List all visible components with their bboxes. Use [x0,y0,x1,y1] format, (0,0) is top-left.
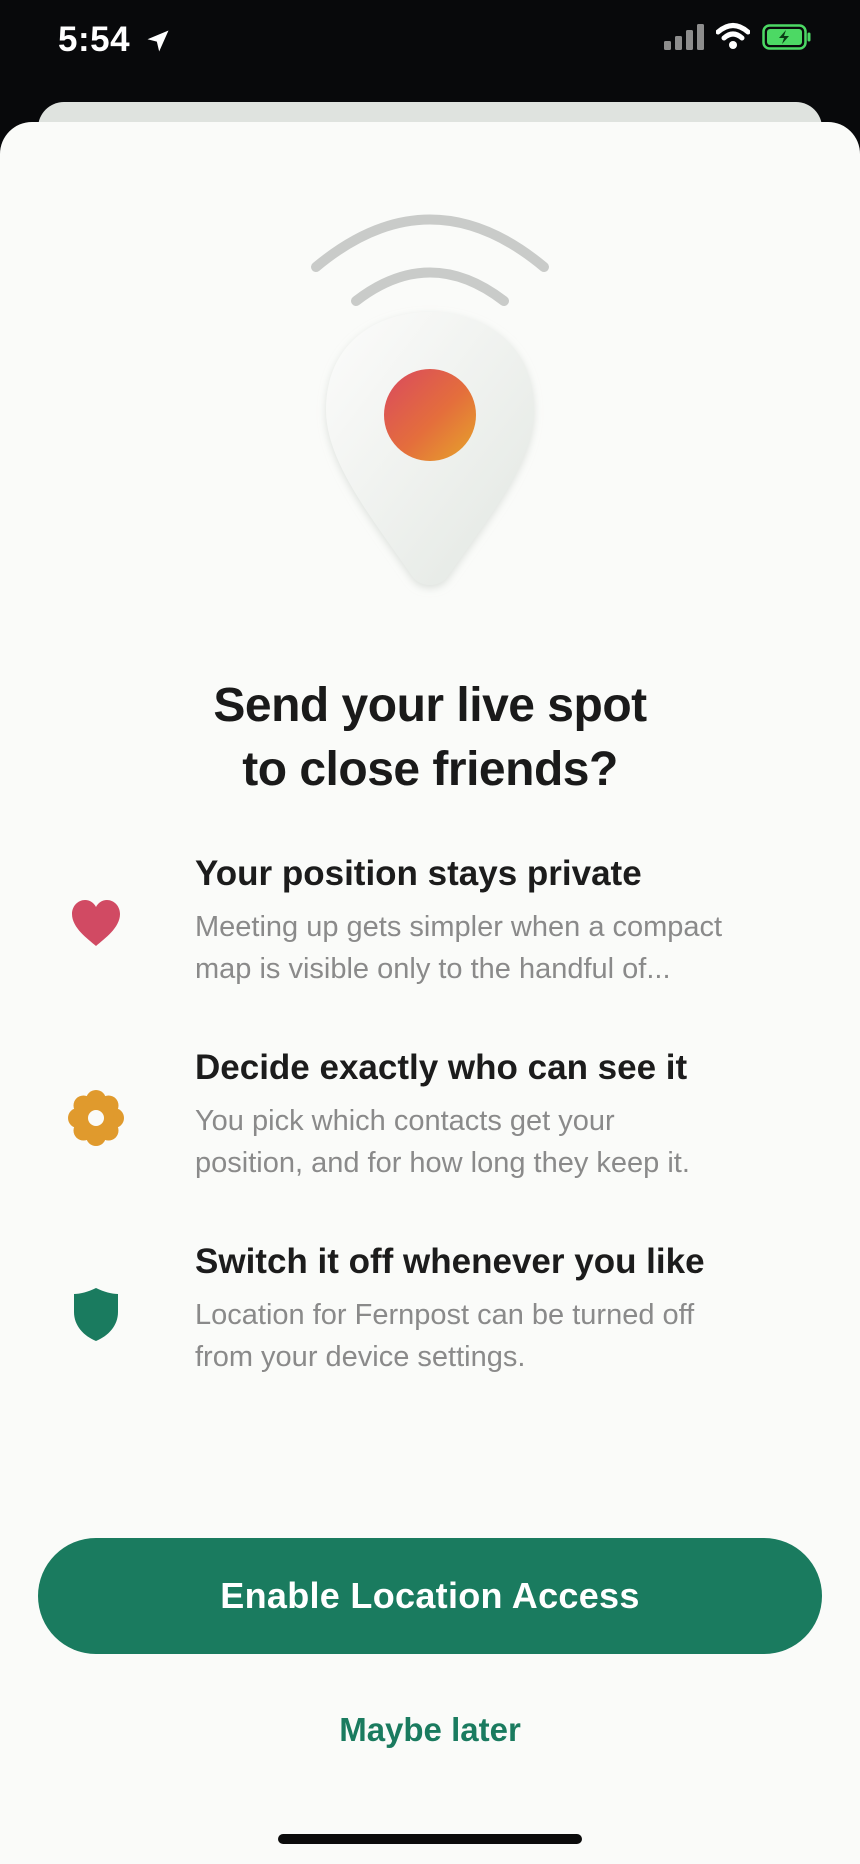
home-indicator [278,1834,582,1844]
headline-line-2: to close friends? [242,743,618,796]
feature-title: Decide exactly who can see it [195,1048,688,1087]
headline-line-1: Send your live spot [213,679,647,732]
feature-description-line: from your device settings. [195,1341,526,1373]
location-arrow-icon [147,30,169,52]
shield-icon [74,1288,118,1341]
feature-description-line: Location for Fernpost can be turned off [195,1299,695,1331]
wifi-icon [716,23,750,49]
screen: 5:54 Send your live spot to close friend… [0,0,860,1864]
feature-description-line: You pick which contacts get your [195,1105,615,1137]
status-bar: 5:54 [0,0,860,90]
flower-badge-icon [68,1090,124,1146]
maybe-later-button[interactable]: Maybe later [280,1704,580,1756]
feature-description-line: Meeting up gets simpler when a compact [195,911,723,943]
feature-description: Meeting up gets simpler when a compact m… [195,906,815,990]
feature-description: Location for Fernpost can be turned off … [195,1294,815,1378]
battery-charging-icon [762,24,811,50]
feature-description: You pick which contacts get your positio… [195,1100,815,1184]
status-time: 5:54 [58,20,131,59]
feature-description-line: map is visible only to the handful of... [195,953,671,985]
enable-location-button[interactable]: Enable Location Access [38,1538,822,1654]
feature-description-line: position, and for how long they keep it. [195,1147,690,1179]
location-pin-broadcast-icon [311,214,549,585]
feature-title: Your position stays private [195,854,642,893]
heart-icon [72,900,120,946]
cellular-signal-icon [664,24,704,50]
feature-title: Switch it off whenever you like [195,1242,705,1281]
